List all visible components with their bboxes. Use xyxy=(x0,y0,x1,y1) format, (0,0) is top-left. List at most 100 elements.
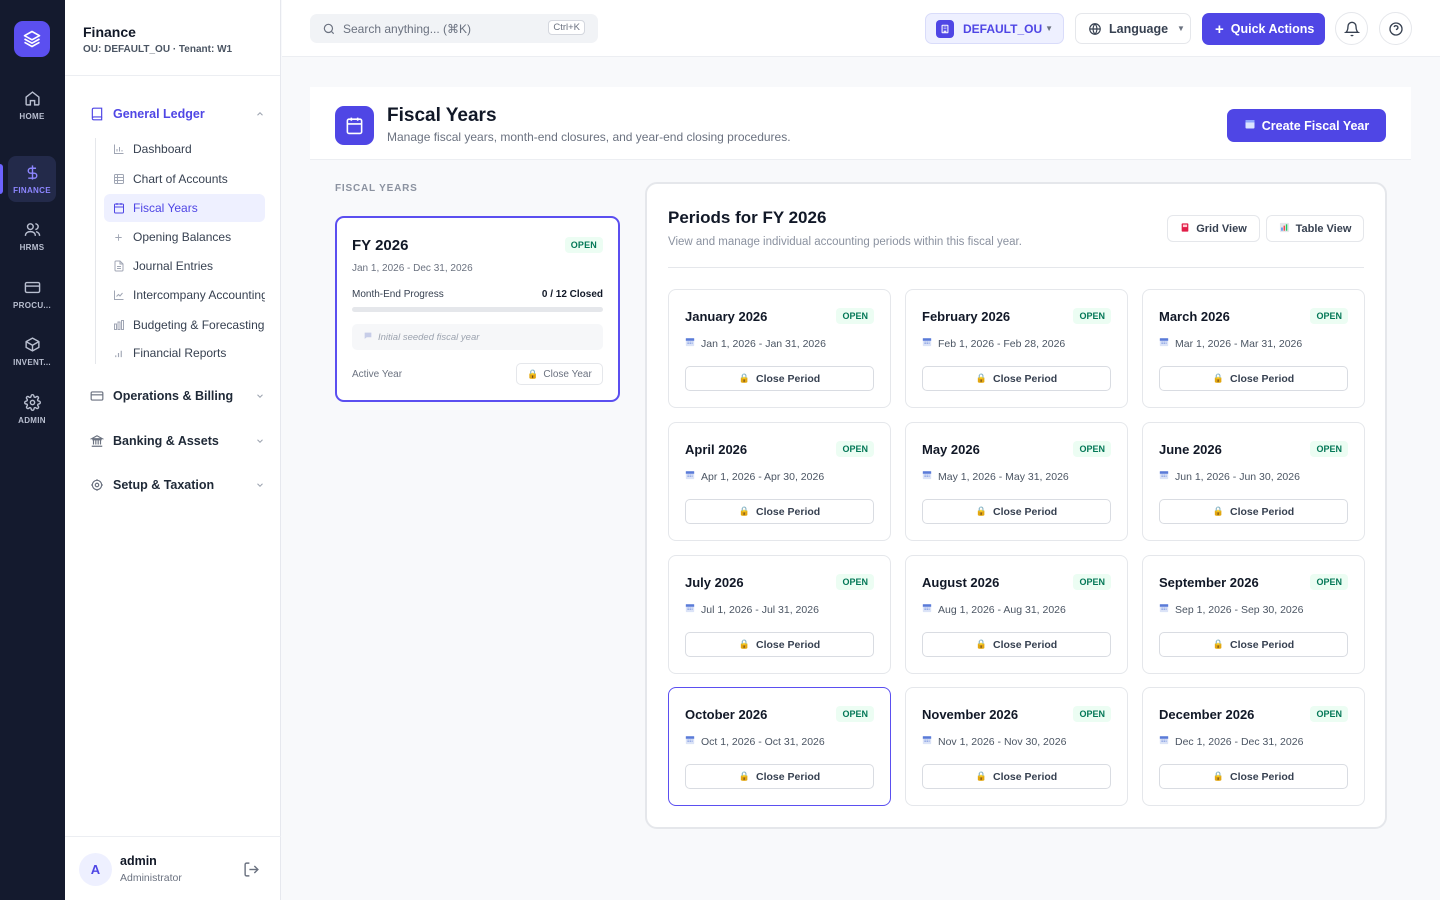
sidebar-item-label: Intercompany Accounting xyxy=(133,288,265,302)
chevron-down-icon xyxy=(255,479,265,493)
close-period-button[interactable]: 🔒 Close Period xyxy=(685,764,874,789)
period-dates: Sep 1, 2026 - Sep 30, 2026 xyxy=(1159,603,1303,616)
grid-view-label: Grid View xyxy=(1196,222,1247,235)
lock-icon: 🔒 xyxy=(738,506,751,516)
period-name: February 2026 xyxy=(922,309,1011,324)
period-card[interactable]: October 2026 OPEN Oct 1, 2026 - Oct 31, … xyxy=(668,687,891,806)
close-period-label: Close Period xyxy=(1230,638,1295,651)
caret-down-icon: ▼ xyxy=(1177,24,1185,33)
sidebar-item-dashboard[interactable]: Dashboard xyxy=(104,135,265,163)
help-button[interactable] xyxy=(1379,12,1412,45)
close-period-button[interactable]: 🔒 Close Period xyxy=(1159,366,1348,391)
close-period-button[interactable]: 🔒 Close Period xyxy=(922,366,1111,391)
period-card[interactable]: November 2026 OPEN Nov 1, 2026 - Nov 30,… xyxy=(905,687,1128,806)
sidebar-item-budgeting[interactable]: Budgeting & Forecasting xyxy=(104,311,265,339)
rail-item-admin[interactable]: ADMIN xyxy=(8,386,56,432)
nav-group-label: General Ledger xyxy=(113,107,205,121)
close-period-button[interactable]: 🔒 Close Period xyxy=(922,764,1111,789)
period-card[interactable]: January 2026 OPEN Jan 1, 2026 - Jan 31, … xyxy=(668,289,891,408)
sidebar-item-label: Opening Balances xyxy=(133,230,232,244)
rail-item-finance[interactable]: FINANCE xyxy=(0,156,56,202)
table-view-icon xyxy=(1279,222,1290,236)
close-period-button[interactable]: 🔒 Close Period xyxy=(685,632,874,657)
status-badge: OPEN xyxy=(836,706,874,722)
close-period-button[interactable]: 🔒 Close Period xyxy=(685,499,874,524)
nav-group-operations-billing[interactable]: Operations & Billing xyxy=(89,384,265,408)
period-card[interactable]: August 2026 OPEN Aug 1, 2026 - Aug 31, 2… xyxy=(905,555,1128,674)
period-card[interactable]: February 2026 OPEN Feb 1, 2026 - Feb 28,… xyxy=(905,289,1128,408)
period-dates-text: Dec 1, 2026 - Dec 31, 2026 xyxy=(1175,735,1304,748)
module-context: OU: DEFAULT_OU · Tenant: W1 xyxy=(83,44,233,55)
close-period-button[interactable]: 🔒 Close Period xyxy=(1159,632,1348,657)
close-year-button[interactable]: 🔒 Close Year xyxy=(516,363,603,385)
nav-group-setup-taxation[interactable]: Setup & Taxation xyxy=(89,473,265,497)
lock-icon: 🔒 xyxy=(1212,373,1225,383)
lock-icon: 🔒 xyxy=(1212,771,1225,781)
status-badge: OPEN xyxy=(1073,441,1111,457)
status-badge: OPEN xyxy=(1310,706,1348,722)
sidebar-item-label: Budgeting & Forecasting xyxy=(133,318,265,332)
grid-view-button[interactable]: Grid View xyxy=(1167,215,1260,242)
avatar[interactable]: A xyxy=(79,853,112,886)
active-year-label: Active Year xyxy=(352,369,403,380)
close-period-button[interactable]: 🔒 Close Period xyxy=(922,632,1111,657)
close-period-label: Close Period xyxy=(993,770,1058,783)
sidebar-item-chart-of-accounts[interactable]: Chart of Accounts xyxy=(104,165,265,193)
progress-bar xyxy=(352,307,603,312)
sidebar-item-financial-reports[interactable]: Financial Reports xyxy=(104,339,265,367)
sidebar-item-opening-balances[interactable]: Opening Balances xyxy=(104,223,265,251)
sidebar-item-intercompany[interactable]: Intercompany Accounting xyxy=(104,281,265,309)
notifications-button[interactable] xyxy=(1335,12,1368,45)
period-dates-text: Jan 1, 2026 - Jan 31, 2026 xyxy=(701,337,826,350)
progress-value: 0 / 12 Closed xyxy=(541,289,603,300)
caret-down-icon: ▼ xyxy=(1045,24,1053,33)
calendar-icon xyxy=(1159,337,1169,350)
global-search[interactable]: Ctrl+K xyxy=(310,14,598,43)
period-card[interactable]: September 2026 OPEN Sep 1, 2026 - Sep 30… xyxy=(1142,555,1365,674)
calendar-icon xyxy=(685,470,695,483)
create-fiscal-year-button[interactable]: Create Fiscal Year xyxy=(1227,109,1386,142)
user-panel: A admin Administrator xyxy=(65,836,281,900)
close-period-button[interactable]: 🔒 Close Period xyxy=(1159,499,1348,524)
close-period-button[interactable]: 🔒 Close Period xyxy=(922,499,1111,524)
rail-item-hrms[interactable]: HRMS xyxy=(8,213,56,259)
fiscal-year-card[interactable]: FY 2026 OPEN Jan 1, 2026 - Dec 31, 2026 … xyxy=(335,216,620,402)
rail-label: HOME xyxy=(19,111,45,121)
lock-icon: 🔒 xyxy=(975,771,988,781)
search-input[interactable] xyxy=(343,21,533,36)
period-card[interactable]: December 2026 OPEN Dec 1, 2026 - Dec 31,… xyxy=(1142,687,1365,806)
rail-item-procurement[interactable]: PROCU... xyxy=(8,271,56,317)
close-period-button[interactable]: 🔒 Close Period xyxy=(1159,764,1348,789)
sidebar-item-fiscal-years[interactable]: Fiscal Years xyxy=(104,194,265,222)
module-title: Finance xyxy=(83,24,136,40)
home-icon xyxy=(24,90,40,106)
app-logo-icon[interactable] xyxy=(14,21,50,57)
period-dates-text: Aug 1, 2026 - Aug 31, 2026 xyxy=(938,603,1066,616)
close-period-label: Close Period xyxy=(993,372,1058,385)
ou-selector[interactable]: DEFAULT_OU ▼ xyxy=(925,13,1064,44)
language-selector[interactable]: Language ▼ xyxy=(1075,13,1191,44)
table-view-button[interactable]: Table View xyxy=(1266,215,1364,242)
rail-item-inventory[interactable]: INVENT... xyxy=(8,328,56,374)
chevron-down-icon xyxy=(255,390,265,404)
rail-item-home[interactable]: HOME xyxy=(8,82,56,128)
bell-icon xyxy=(1343,21,1360,36)
period-name: May 2026 xyxy=(922,442,980,457)
period-card[interactable]: May 2026 OPEN May 1, 2026 - May 31, 2026… xyxy=(905,422,1128,541)
period-name: December 2026 xyxy=(1159,707,1255,722)
sidebar-item-journal-entries[interactable]: Journal Entries xyxy=(104,252,265,280)
period-card[interactable]: March 2026 OPEN Mar 1, 2026 - Mar 31, 20… xyxy=(1142,289,1365,408)
nav-group-general-ledger[interactable]: General Ledger xyxy=(89,102,265,126)
nav-group-banking-assets[interactable]: Banking & Assets xyxy=(89,429,265,453)
chevron-down-icon xyxy=(255,435,265,449)
period-card[interactable]: June 2026 OPEN Jun 1, 2026 - Jun 30, 202… xyxy=(1142,422,1365,541)
quick-actions-button[interactable]: + Quick Actions xyxy=(1202,13,1325,45)
rail-label: PROCU... xyxy=(13,300,51,310)
close-period-button[interactable]: 🔒 Close Period xyxy=(685,366,874,391)
logout-icon[interactable] xyxy=(243,861,260,883)
period-dates: May 1, 2026 - May 31, 2026 xyxy=(922,470,1069,483)
close-period-label: Close Period xyxy=(1230,770,1295,783)
period-card[interactable]: July 2026 OPEN Jul 1, 2026 - Jul 31, 202… xyxy=(668,555,891,674)
period-card[interactable]: April 2026 OPEN Apr 1, 2026 - Apr 30, 20… xyxy=(668,422,891,541)
rail-label: FINANCE xyxy=(13,185,51,195)
